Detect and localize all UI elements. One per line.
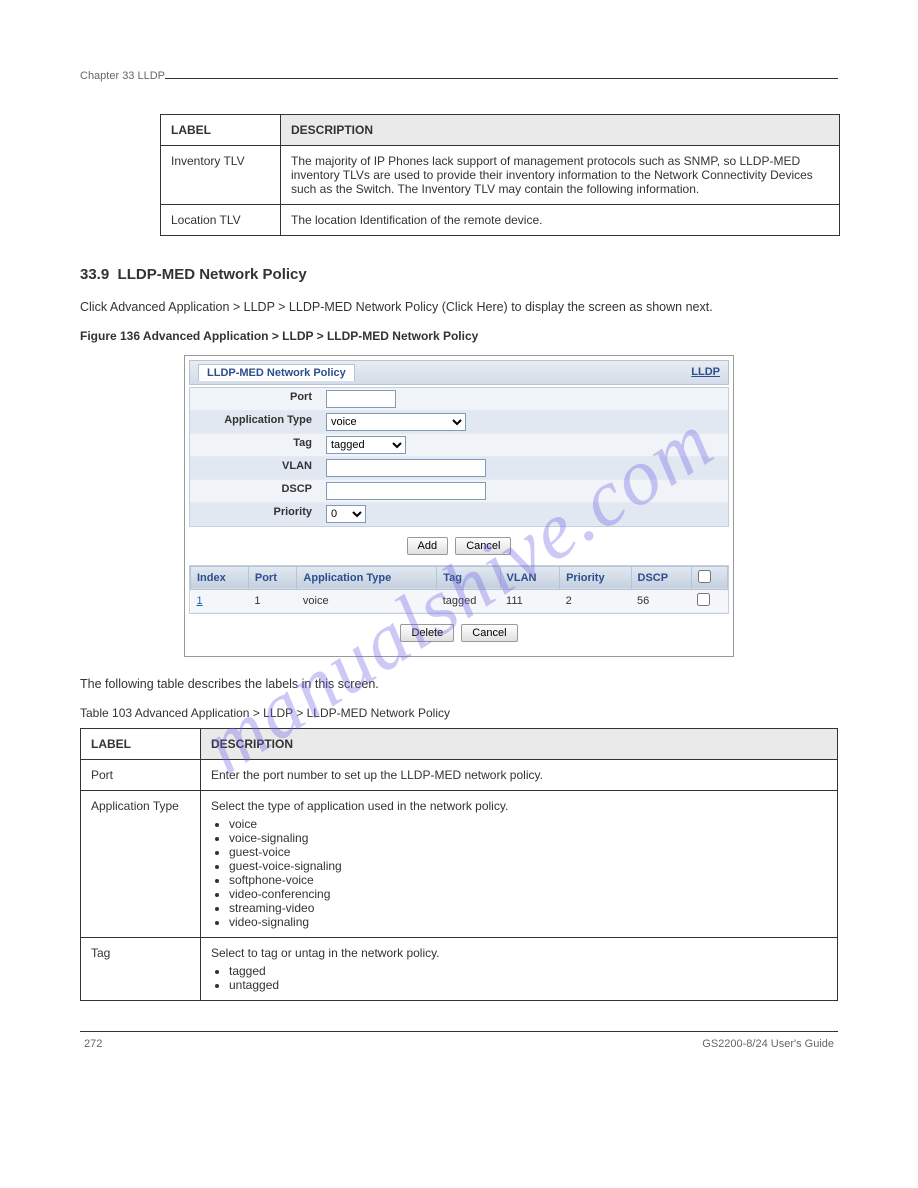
row-apptype: voice xyxy=(297,589,437,612)
cell-label: Tag xyxy=(81,937,201,1000)
th-desc: DESCRIPTION xyxy=(281,115,840,146)
th-port[interactable]: Port xyxy=(248,566,297,589)
bullet-item: voice xyxy=(229,817,827,831)
page-number: 272 xyxy=(84,1038,102,1050)
cell-desc: The location Identification of the remot… xyxy=(281,205,840,236)
cell-desc: Select to tag or untag in the network po… xyxy=(201,937,838,1000)
dscp-input[interactable] xyxy=(326,482,486,500)
row-port: 1 xyxy=(248,589,297,612)
top-rule xyxy=(165,78,838,79)
section-heading: 33.9 LLDP-MED Network Policy xyxy=(80,266,838,283)
dscp-label: DSCP xyxy=(190,480,320,502)
table-row: 1 1 voice tagged 111 2 56 xyxy=(191,589,728,612)
row-checkbox[interactable] xyxy=(697,593,710,606)
ss-tab-title: LLDP-MED Network Policy xyxy=(198,364,355,381)
cell-label: Inventory TLV xyxy=(161,146,281,205)
cell-label: Location TLV xyxy=(161,205,281,236)
cell-label: Application Type xyxy=(81,790,201,937)
cancel-button[interactable]: Cancel xyxy=(455,537,511,555)
th-index[interactable]: Index xyxy=(191,566,249,589)
table2-caption: Table 103 Advanced Application > LLDP > … xyxy=(80,706,838,720)
ss-btns-bottom: Delete Cancel xyxy=(189,614,729,652)
th-apptype[interactable]: Application Type xyxy=(297,566,437,589)
add-button[interactable]: Add xyxy=(407,537,449,555)
bullet-item: tagged xyxy=(229,964,827,978)
bullet-item: softphone-voice xyxy=(229,873,827,887)
bullet-item: untagged xyxy=(229,978,827,992)
apptype-label: Application Type xyxy=(190,411,320,433)
lldp-link[interactable]: LLDP xyxy=(691,366,720,378)
th-check xyxy=(691,566,727,589)
table2-intro: The following table describes the labels… xyxy=(80,675,838,694)
th-desc: DESCRIPTION xyxy=(201,728,838,759)
spec-table-2: LABEL DESCRIPTION Port Enter the port nu… xyxy=(80,728,838,1001)
th-label: LABEL xyxy=(161,115,281,146)
page-container: Chapter 33 LLDP LABEL DESCRIPTION Invent… xyxy=(0,0,918,1090)
ss-table: Index Port Application Type Tag VLAN Pri… xyxy=(190,566,728,613)
row-tag: tagged xyxy=(437,589,500,612)
th-dscp[interactable]: DSCP xyxy=(631,566,691,589)
bullet-item: video-signaling xyxy=(229,915,827,929)
spec-table-1: LABEL DESCRIPTION Inventory TLV The majo… xyxy=(160,114,840,236)
bullet-item: voice-signaling xyxy=(229,831,827,845)
screenshot-panel: LLDP-MED Network Policy LLDP Port Applic… xyxy=(184,355,734,657)
priority-select[interactable]: 0 xyxy=(326,505,366,523)
select-all-checkbox[interactable] xyxy=(698,570,711,583)
row-index-link[interactable]: 1 xyxy=(197,595,203,607)
th-tag[interactable]: Tag xyxy=(437,566,500,589)
footer: 272 GS2200-8/24 User's Guide xyxy=(80,1032,838,1050)
tag-label: Tag xyxy=(190,434,320,456)
th-label: LABEL xyxy=(81,728,201,759)
th-priority[interactable]: Priority xyxy=(560,566,631,589)
vlan-input[interactable] xyxy=(326,459,486,477)
cancel2-button[interactable]: Cancel xyxy=(461,624,517,642)
cell-desc: Enter the port number to set up the LLDP… xyxy=(201,759,838,790)
tag-select[interactable]: tagged xyxy=(326,436,406,454)
chapter-label: Chapter 33 LLDP xyxy=(80,70,165,82)
vlan-label: VLAN xyxy=(190,457,320,479)
guide-title: GS2200-8/24 User's Guide xyxy=(702,1038,834,1050)
ss-result-wrap: Index Port Application Type Tag VLAN Pri… xyxy=(189,565,729,614)
th-vlan[interactable]: VLAN xyxy=(500,566,560,589)
ss-header: LLDP-MED Network Policy LLDP xyxy=(189,360,729,385)
bullet-item: video-conferencing xyxy=(229,887,827,901)
port-label: Port xyxy=(190,388,320,410)
port-input[interactable] xyxy=(326,390,396,408)
ss-form: Port Application Type voice Tag tagged V… xyxy=(189,387,729,527)
cell-label: Port xyxy=(81,759,201,790)
bullet-item: streaming-video xyxy=(229,901,827,915)
section-paragraph: Click Advanced Application > LLDP > LLDP… xyxy=(80,298,838,317)
row-dscp: 56 xyxy=(631,589,691,612)
priority-label: Priority xyxy=(190,503,320,525)
row-vlan: 111 xyxy=(500,589,560,612)
row-priority: 2 xyxy=(560,589,631,612)
cell-desc: The majority of IP Phones lack support o… xyxy=(281,146,840,205)
apptype-select[interactable]: voice xyxy=(326,413,466,431)
bullet-item: guest-voice xyxy=(229,845,827,859)
ss-btns-top: Add Cancel xyxy=(189,527,729,565)
figure-caption: Figure 136 Advanced Application > LLDP >… xyxy=(80,329,838,343)
delete-button[interactable]: Delete xyxy=(400,624,454,642)
bullet-item: guest-voice-signaling xyxy=(229,859,827,873)
cell-desc: Select the type of application used in t… xyxy=(201,790,838,937)
